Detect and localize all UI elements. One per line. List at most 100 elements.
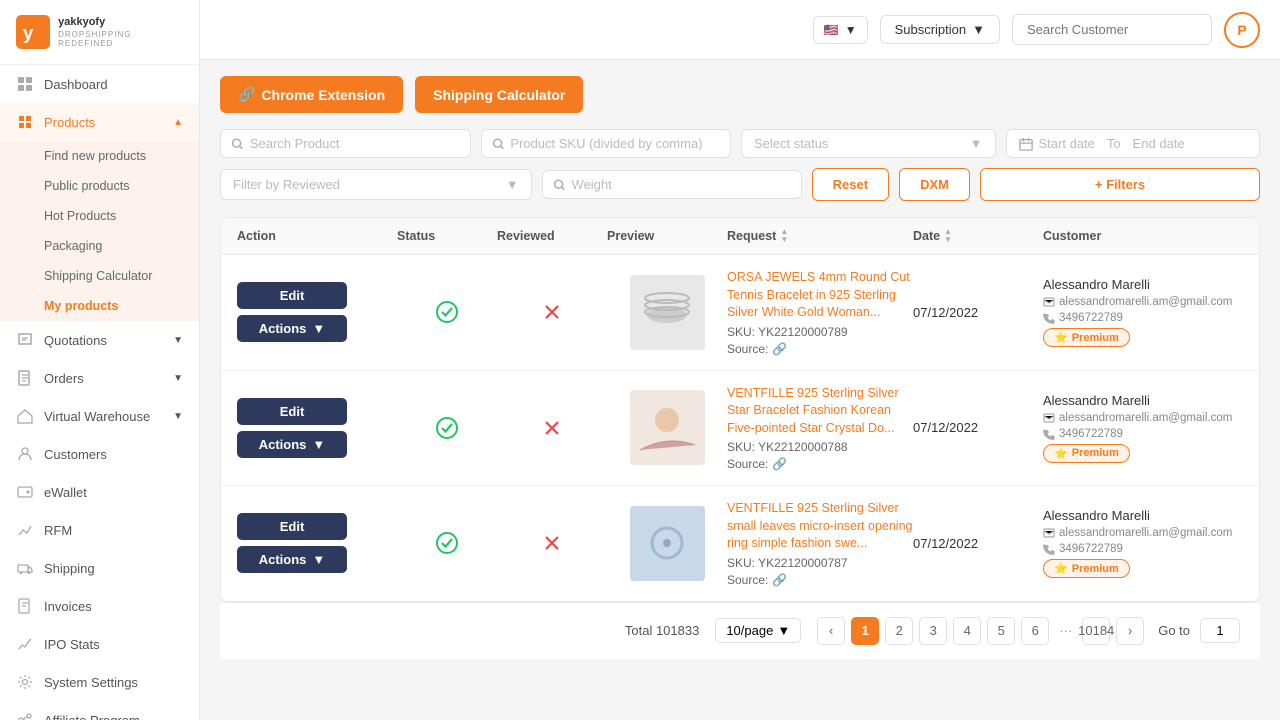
- user-avatar[interactable]: P: [1224, 12, 1260, 48]
- product-img-placeholder-0: [630, 275, 705, 350]
- sidebar-item-virtual-warehouse[interactable]: Virtual Warehouse ▼: [0, 397, 199, 435]
- sidebar-item-rfm[interactable]: RFM: [0, 511, 199, 549]
- sidebar-item-orders[interactable]: Orders ▼: [0, 359, 199, 397]
- date-sort[interactable]: ▲▼: [944, 228, 952, 244]
- actions-button-0[interactable]: Actions ▼: [237, 315, 347, 342]
- customer-cell-2: Alessandro Marelli alessandromarelli.am@…: [1043, 508, 1243, 578]
- chrome-extension-button[interactable]: 🔗 Chrome Extension: [220, 76, 403, 113]
- request-sort[interactable]: ▲▼: [780, 228, 788, 244]
- sku-input[interactable]: [510, 136, 720, 151]
- sidebar-item-ipo-stats[interactable]: IPO Stats: [0, 625, 199, 663]
- weight-input[interactable]: [572, 177, 791, 192]
- source-2: Source: 🔗: [727, 573, 913, 587]
- reviewed-arrow: ▼: [506, 177, 519, 192]
- language-selector[interactable]: 🇺🇸 ▼: [813, 16, 868, 44]
- page-1-button[interactable]: 1: [851, 617, 879, 645]
- sidebar-item-packaging[interactable]: Packaging: [0, 231, 199, 261]
- goto-label: Go to: [1158, 623, 1190, 638]
- more-filters-button[interactable]: + Filters: [980, 168, 1260, 201]
- customer-cell-1: Alessandro Marelli alessandromarelli.am@…: [1043, 393, 1243, 463]
- source-link-icon-2[interactable]: 🔗: [772, 573, 787, 587]
- date-cell-0: 07/12/2022: [913, 305, 1043, 320]
- sidebar-item-find-new-products[interactable]: Find new products: [0, 141, 199, 171]
- products-icon: [16, 113, 34, 131]
- last-page-button[interactable]: 10184: [1082, 617, 1110, 645]
- subscription-button[interactable]: Subscription ▼: [880, 15, 1000, 44]
- sidebar-item-system-settings[interactable]: System Settings: [0, 663, 199, 701]
- premium-badge-1: ⭐ Premium: [1043, 444, 1130, 463]
- page-size-selector[interactable]: 10/page ▼: [715, 618, 801, 643]
- sidebar-item-invoices[interactable]: Invoices: [0, 587, 199, 625]
- sidebar-item-dashboard[interactable]: Dashboard: [0, 65, 199, 103]
- sidebar-item-quotations[interactable]: Quotations ▼: [0, 321, 199, 359]
- col-reviewed: Reviewed: [497, 228, 607, 244]
- sidebar-item-shipping[interactable]: Shipping: [0, 549, 199, 587]
- sidebar-item-shipping-calculator[interactable]: Shipping Calculator: [0, 261, 199, 291]
- sidebar-label-dashboard: Dashboard: [44, 77, 108, 92]
- date-range-wrap[interactable]: Start date To End date: [1006, 129, 1261, 158]
- reviewed-x-icon-2: [541, 532, 563, 554]
- actions-button-2[interactable]: Actions ▼: [237, 546, 347, 573]
- shipping-calculator-button[interactable]: Shipping Calculator: [415, 76, 583, 113]
- warehouse-icon: [16, 407, 34, 425]
- reviewed-filter[interactable]: Filter by Reviewed ▼: [220, 169, 532, 200]
- page-5-button[interactable]: 5: [987, 617, 1015, 645]
- table-row: Edit Actions ▼: [221, 486, 1259, 601]
- prev-page-button[interactable]: ‹: [817, 617, 845, 645]
- status-select[interactable]: Select status ▼: [741, 129, 996, 158]
- sku-search-wrap: [481, 129, 732, 158]
- next-page-button[interactable]: ›: [1116, 617, 1144, 645]
- dxm-button[interactable]: DXM: [899, 168, 970, 201]
- reviewed-cell-0: [497, 301, 607, 323]
- page-2-button[interactable]: 2: [885, 617, 913, 645]
- premium-badge-0: ⭐ Premium: [1043, 328, 1130, 347]
- customer-name-2: Alessandro Marelli: [1043, 508, 1243, 523]
- edit-button-1[interactable]: Edit: [237, 398, 347, 425]
- sidebar-label-orders: Orders: [44, 371, 84, 386]
- page-4-button[interactable]: 4: [953, 617, 981, 645]
- status-cell-1: [397, 416, 497, 440]
- reviewed-x-icon-1: [541, 417, 563, 439]
- source-link-icon-1[interactable]: 🔗: [772, 457, 787, 471]
- search-product-input[interactable]: [250, 136, 460, 151]
- email-icon-1: [1043, 412, 1055, 424]
- brand-tagline: DROPSHIPPING REDEFINED: [58, 30, 183, 48]
- page-6-button[interactable]: 6: [1021, 617, 1049, 645]
- orders-icon: [16, 369, 34, 387]
- sku-search-icon: [492, 137, 505, 151]
- product-link-1[interactable]: VENTFILLE 925 Sterling Silver Star Brace…: [727, 385, 913, 438]
- pagination: Total 101833 10/page ▼ ‹ 1 2 3 4 5 6 ···…: [220, 602, 1260, 659]
- source-link-icon-0[interactable]: 🔗: [772, 342, 787, 356]
- warehouse-arrow: ▼: [173, 411, 183, 422]
- reviewed-cell-2: [497, 532, 607, 554]
- page-3-button[interactable]: 3: [919, 617, 947, 645]
- reset-button[interactable]: Reset: [812, 168, 889, 201]
- edit-button-2[interactable]: Edit: [237, 513, 347, 540]
- search-product-icon: [231, 137, 244, 151]
- filter-row-1: Select status ▼ Start date To End date: [220, 129, 1260, 158]
- sidebar-label-affiliate: Affiliate Program: [44, 713, 140, 720]
- sidebar-item-customers[interactable]: Customers: [0, 435, 199, 473]
- product-link-2[interactable]: VENTFILLE 925 Sterling Silver small leav…: [727, 500, 913, 553]
- sidebar-item-products[interactable]: Products ▲: [0, 103, 199, 141]
- actions-chevron-1: ▼: [312, 437, 325, 452]
- search-customer-input[interactable]: [1012, 14, 1212, 45]
- sidebar-item-public-products[interactable]: Public products: [0, 171, 199, 201]
- sidebar-item-ewallet[interactable]: eWallet: [0, 473, 199, 511]
- edit-button-0[interactable]: Edit: [237, 282, 347, 309]
- sidebar-item-my-products[interactable]: My products: [0, 291, 199, 321]
- product-link-0[interactable]: ORSA JEWELS 4mm Round Cut Tennis Bracele…: [727, 269, 913, 322]
- sidebar-label-quotations: Quotations: [44, 333, 107, 348]
- sidebar-item-affiliate-program[interactable]: Affiliate Program: [0, 701, 199, 720]
- reviewed-cell-1: [497, 417, 607, 439]
- request-cell-2: VENTFILLE 925 Sterling Silver small leav…: [727, 500, 913, 587]
- request-cell-1: VENTFILLE 925 Sterling Silver Star Brace…: [727, 385, 913, 472]
- sidebar-label-system-settings: System Settings: [44, 675, 138, 690]
- goto-input[interactable]: [1200, 618, 1240, 643]
- customer-email-2: alessandromarelli.am@gmail.com: [1043, 527, 1243, 539]
- ewallet-icon: [16, 483, 34, 501]
- quotations-arrow: ▼: [173, 335, 183, 346]
- actions-button-1[interactable]: Actions ▼: [237, 431, 347, 458]
- status-check-icon-1: [435, 416, 459, 440]
- sidebar-item-hot-products[interactable]: Hot Products: [0, 201, 199, 231]
